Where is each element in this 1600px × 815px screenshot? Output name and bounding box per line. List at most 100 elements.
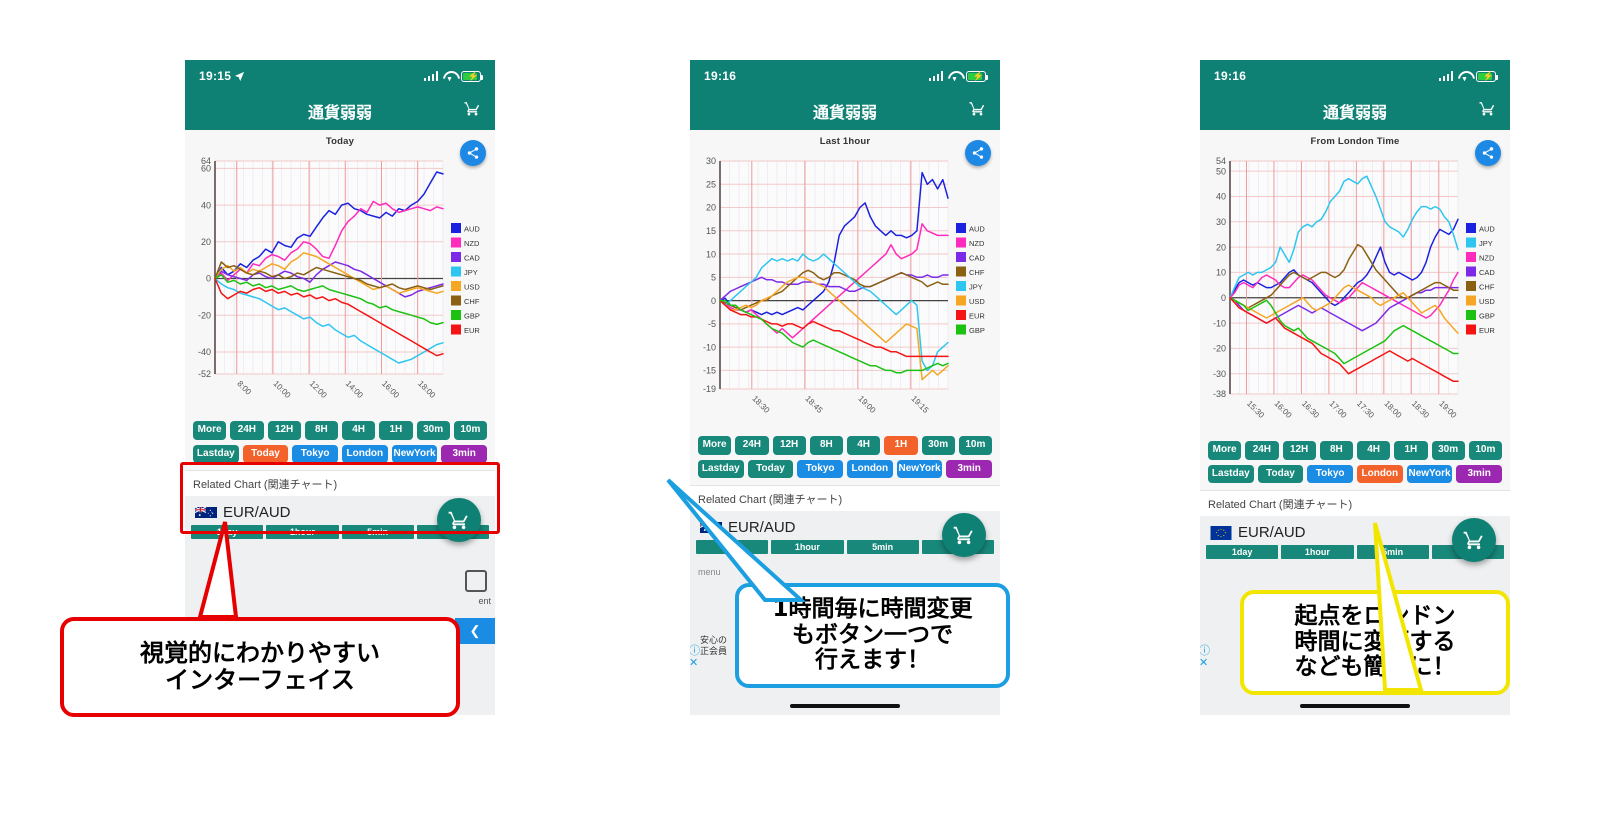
status-bar: 19:15 ⚡: [185, 60, 495, 92]
app-title: 通貨弱弱: [307, 105, 372, 122]
highlight-box-buttons: [180, 462, 500, 534]
session-button-london[interactable]: London: [342, 444, 388, 463]
related-timeframe-1hour[interactable]: 1hour: [771, 540, 844, 554]
wifi-icon: [1458, 71, 1471, 81]
session-button-today[interactable]: Today: [747, 459, 794, 478]
status-time-text: 19:16: [1214, 69, 1247, 83]
timeframe-button-24h[interactable]: 24H: [735, 436, 769, 455]
chart-title: From London Time: [1310, 136, 1400, 147]
timeframe-button-4h[interactable]: 4H: [342, 421, 376, 440]
shopping-cart-icon[interactable]: [464, 100, 481, 122]
timeframe-button-1h[interactable]: 1H: [884, 436, 918, 455]
related-timeframe-5min[interactable]: 5min: [846, 540, 919, 554]
timeframe-button-24h[interactable]: 24H: [1245, 441, 1279, 460]
timeframe-button-24h[interactable]: 24H: [230, 421, 264, 440]
timeframe-button-10m[interactable]: 10m: [453, 421, 487, 440]
timeframe-button-more[interactable]: More: [193, 421, 227, 440]
timeframe-button-4h[interactable]: 4H: [847, 436, 881, 455]
shopping-cart-icon[interactable]: [969, 100, 986, 122]
timeframe-button-row: More 24H 12H 8H 4H 1H 30m 10m: [698, 436, 992, 455]
session-button-row: Lastday Today Tokyo London NewYork 3min: [1207, 464, 1503, 483]
legend-label-aud: AUD: [464, 225, 480, 234]
session-button-today[interactable]: Today: [242, 444, 289, 463]
timeframe-button-30m[interactable]: 30m: [1431, 441, 1465, 460]
app-bar: 通貨弱弱: [185, 92, 495, 130]
timeframe-button-1h[interactable]: 1H: [1394, 441, 1428, 460]
shopping-cart-icon[interactable]: [1479, 100, 1496, 122]
timeframe-button-10m[interactable]: 10m: [958, 436, 992, 455]
screenshot-stage: 19:15 ⚡ 通貨弱弱 Today 64 60 40 20 0 -20 -40 -52 8:0…: [0, 0, 1600, 815]
status-time-text: 19:16: [704, 69, 737, 83]
chart-container: From London Time 54 50 40 30 20 10 0 -10 -20 -30 -…: [1200, 130, 1510, 438]
legend-swatch-eur: [956, 310, 966, 320]
timeframe-button-1h[interactable]: 1H: [379, 421, 413, 440]
legend-swatch-aud: [1466, 223, 1476, 233]
timeframe-button-8h[interactable]: 8H: [304, 421, 338, 440]
session-button-lastday[interactable]: Lastday: [1207, 464, 1254, 483]
timeframe-button-4h[interactable]: 4H: [1357, 441, 1391, 460]
legend-label-usd: USD: [969, 297, 985, 306]
legend-label-eur: EUR: [1479, 326, 1495, 335]
related-timeframe-1day[interactable]: 1day: [1206, 545, 1279, 559]
legend-label-jpy: JPY: [969, 283, 983, 292]
callout-2-line-3: 行えます！: [815, 647, 930, 674]
session-button-newyork[interactable]: NewYork: [391, 444, 438, 463]
legend-label-cad: CAD: [1479, 268, 1495, 277]
svg-text:50: 50: [1216, 166, 1226, 176]
session-button-newyork[interactable]: NewYork: [1406, 464, 1453, 483]
session-button-today[interactable]: Today: [1257, 464, 1304, 483]
wifi-icon: [443, 71, 456, 81]
session-button-tokyo[interactable]: Tokyo: [292, 444, 338, 463]
timeframe-button-12h[interactable]: 12H: [267, 421, 301, 440]
session-button-3min[interactable]: 3min: [1456, 464, 1503, 483]
session-button-lastday[interactable]: Lastday: [697, 459, 744, 478]
battery-charging-icon: ⚡: [966, 70, 989, 82]
legend-swatch-aud: [451, 223, 461, 233]
svg-text:60: 60: [201, 164, 211, 174]
share-icon[interactable]: [460, 140, 486, 166]
session-button-tokyo[interactable]: Tokyo: [1307, 464, 1353, 483]
callout-2: 1時間毎に時間変更 もボタン一つで 行えます！: [735, 583, 1010, 688]
related-timeframe-5min[interactable]: 5min: [1356, 545, 1429, 559]
related-timeframe-1hour[interactable]: 1hour: [1281, 545, 1354, 559]
legend-swatch-chf: [451, 295, 461, 306]
session-button-london[interactable]: London: [1357, 464, 1403, 483]
legend-swatch-usd: [956, 295, 966, 306]
menu-label[interactable]: menu: [698, 567, 721, 577]
timeframe-button-row: More 24H 12H 8H 4H 1H 30m 10m: [193, 421, 487, 440]
legend-label-jpy: JPY: [1479, 239, 1493, 248]
timeframe-button-30m[interactable]: 30m: [416, 421, 450, 440]
share-icon[interactable]: [1475, 140, 1501, 166]
share-icon[interactable]: [965, 140, 991, 166]
session-button-london[interactable]: London: [847, 459, 893, 478]
legend-label-gbp: GBP: [1479, 312, 1495, 321]
timeframe-button-12h[interactable]: 12H: [772, 436, 806, 455]
session-button-3min[interactable]: 3min: [946, 459, 993, 478]
related-timeframe-1day[interactable]: 1day: [696, 540, 769, 554]
prev-arrow-button[interactable]: ❮: [455, 618, 495, 644]
legend-label-usd: USD: [1479, 297, 1495, 306]
timeframe-button-10m[interactable]: 10m: [1468, 441, 1502, 460]
session-button-3min[interactable]: 3min: [441, 444, 488, 463]
timeframe-button-30m[interactable]: 30m: [921, 436, 955, 455]
legend-label-gbp: GBP: [969, 326, 985, 335]
timeframe-button-12h[interactable]: 12H: [1282, 441, 1316, 460]
timeframe-button-8h[interactable]: 8H: [809, 436, 843, 455]
svg-text:-10: -10: [1213, 318, 1226, 328]
legend-swatch-nzd: [451, 237, 461, 248]
session-button-lastday[interactable]: Lastday: [192, 444, 239, 463]
svg-text:30: 30: [706, 156, 716, 166]
session-button-tokyo[interactable]: Tokyo: [797, 459, 843, 478]
timeframe-button-more[interactable]: More: [1208, 441, 1242, 460]
timeframe-button-8h[interactable]: 8H: [1319, 441, 1353, 460]
cart-fab-button[interactable]: [942, 513, 986, 557]
svg-text:10: 10: [706, 249, 716, 259]
session-button-newyork[interactable]: NewYork: [896, 459, 943, 478]
timeframe-button-more[interactable]: More: [698, 436, 732, 455]
ad-info-icons[interactable]: ⓘ ✕: [1200, 645, 1210, 669]
legend-swatch-aud: [956, 223, 966, 233]
chart-title: Today: [325, 136, 355, 147]
cart-fab-button[interactable]: [1452, 518, 1496, 562]
legend-label-chf: CHF: [969, 268, 985, 277]
ad-info-icons[interactable]: ⓘ ✕: [690, 645, 700, 669]
